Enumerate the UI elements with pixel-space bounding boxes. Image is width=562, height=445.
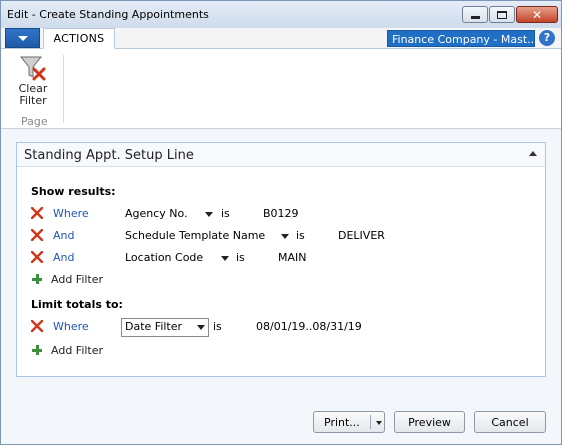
limit-filter-row: Where Date Filter is 08/01/19..08/31/19	[31, 318, 531, 337]
add-filter-label: Add Filter	[51, 273, 104, 286]
add-filter-label: Add Filter	[51, 344, 104, 357]
filter-conjunction[interactable]: And	[53, 229, 74, 242]
remove-filter-icon[interactable]	[31, 207, 43, 219]
tab-actions[interactable]: ACTIONS	[43, 28, 115, 49]
filter-row: Where Agency No. is B0129	[31, 205, 531, 223]
chevron-down-icon[interactable]	[281, 234, 289, 239]
window-title: Edit - Create Standing Appointments	[7, 8, 209, 21]
company-badge[interactable]: Finance Company - Mast...	[387, 30, 535, 47]
collapse-icon[interactable]	[529, 151, 537, 156]
limit-totals-label: Limit totals to:	[31, 298, 123, 311]
dialog-window: Edit - Create Standing Appointments ✕ AC…	[0, 0, 562, 445]
filter-operator: is	[296, 229, 305, 242]
maximize-icon	[497, 10, 507, 19]
chevron-down-icon	[197, 325, 205, 330]
filter-value[interactable]: B0129	[263, 207, 299, 220]
print-label: Print...	[324, 415, 360, 429]
filter-field[interactable]: Agency No.	[125, 207, 188, 220]
chevron-down-icon[interactable]	[376, 421, 382, 425]
filter-value[interactable]: MAIN	[278, 251, 307, 264]
split-divider	[370, 415, 371, 429]
chevron-down-icon[interactable]	[221, 256, 229, 261]
filter-field[interactable]: Schedule Template Name	[125, 229, 265, 242]
chevron-down-icon	[17, 35, 28, 41]
print-button[interactable]: Print...	[313, 411, 385, 433]
remove-filter-icon[interactable]	[31, 320, 43, 332]
filter-conjunction[interactable]: And	[53, 251, 74, 264]
filter-operator: is	[221, 207, 230, 220]
filter-field[interactable]: Location Code	[125, 251, 203, 264]
add-icon	[32, 345, 42, 355]
minimize-icon	[470, 16, 480, 19]
chevron-down-icon[interactable]	[205, 212, 213, 217]
ribbon-tab-row: ACTIONS Finance Company - Mast... ?	[1, 28, 561, 49]
clear-filter-button[interactable]: Clear Filter	[11, 53, 55, 113]
filter-conjunction[interactable]: Where	[53, 320, 89, 333]
add-icon	[32, 274, 42, 284]
title-bar: Edit - Create Standing Appointments ✕	[1, 1, 561, 28]
maximize-button[interactable]	[489, 6, 515, 23]
fasttab-title: Standing Appt. Setup Line	[24, 148, 194, 163]
remove-filter-icon[interactable]	[31, 251, 43, 263]
cancel-button[interactable]: Cancel	[474, 411, 546, 433]
ribbon-group-label: Page	[21, 115, 48, 128]
filter-value[interactable]: DELIVER	[338, 229, 385, 242]
fasttab-setup-line: Standing Appt. Setup Line Show results: …	[16, 142, 546, 377]
content-area: Standing Appt. Setup Line Show results: …	[1, 130, 561, 444]
ribbon-group-divider	[63, 55, 64, 123]
filter-operator: is	[213, 320, 222, 333]
minimize-button[interactable]	[462, 6, 488, 23]
show-results-label: Show results:	[31, 185, 116, 198]
close-icon: ✕	[531, 7, 543, 22]
help-icon[interactable]: ?	[539, 30, 555, 46]
preview-button[interactable]: Preview	[394, 411, 465, 433]
filter-field: Date Filter	[125, 320, 183, 333]
clear-filter-label-2: Filter	[19, 94, 47, 107]
fasttab-header[interactable]: Standing Appt. Setup Line	[17, 143, 545, 167]
filter-row: And Location Code is MAIN	[31, 249, 531, 267]
remove-filter-icon[interactable]	[31, 229, 43, 241]
filter-value[interactable]: 08/01/19..08/31/19	[256, 320, 362, 333]
filter-row: And Schedule Template Name is DELIVER	[31, 227, 531, 245]
filter-conjunction[interactable]: Where	[53, 207, 89, 220]
filter-operator: is	[236, 251, 245, 264]
close-button[interactable]: ✕	[516, 6, 558, 23]
application-menu-button[interactable]	[5, 28, 40, 48]
ribbon: Clear Filter Page	[1, 49, 561, 129]
clear-filter-icon	[19, 56, 46, 81]
